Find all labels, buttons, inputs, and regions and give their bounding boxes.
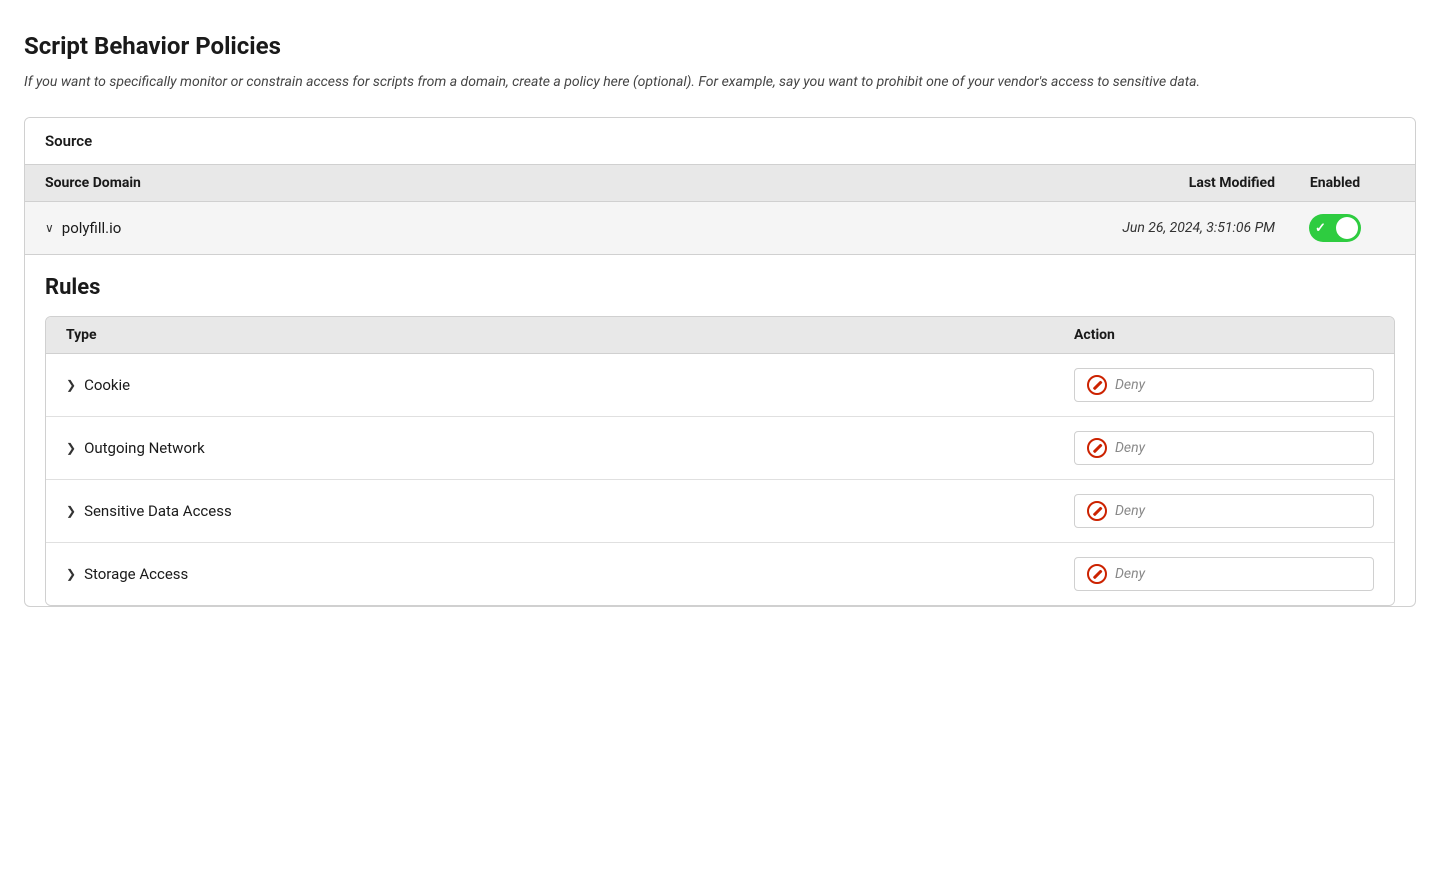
deny-icon — [1087, 438, 1107, 458]
toggle-track: ✓ — [1309, 214, 1361, 242]
rule-row-outgoing-network: ❯ Outgoing Network Deny — [46, 417, 1394, 480]
last-modified-value: Jun 26, 2024, 3:51:06 PM — [1035, 220, 1275, 236]
enabled-toggle[interactable]: ✓ — [1309, 214, 1361, 242]
domain-cell: ∨ polyfill.io — [45, 219, 1035, 237]
rule-row-storage-access: ❯ Storage Access Deny — [46, 543, 1394, 605]
rule-type-label: Cookie — [84, 376, 130, 394]
sensitive-data-action-dropdown[interactable]: Deny — [1074, 494, 1374, 528]
storage-access-action-dropdown[interactable]: Deny — [1074, 557, 1374, 591]
rules-table-header: Type Action — [46, 317, 1394, 354]
rule-type-sensitive-data: ❯ Sensitive Data Access — [66, 502, 1074, 520]
chevron-right-icon[interactable]: ❯ — [66, 504, 76, 518]
page-title: Script Behavior Policies — [24, 32, 1416, 60]
rule-row-sensitive-data: ❯ Sensitive Data Access Deny — [46, 480, 1394, 543]
rule-row-cookie: ❯ Cookie Deny — [46, 354, 1394, 417]
rule-type-label: Storage Access — [84, 565, 188, 583]
rule-type-cookie: ❯ Cookie — [66, 376, 1074, 394]
deny-label: Deny — [1115, 503, 1145, 519]
rules-section: Rules Type Action ❯ Cookie Deny — [25, 255, 1415, 606]
deny-label: Deny — [1115, 440, 1145, 456]
chevron-right-icon[interactable]: ❯ — [66, 441, 76, 455]
rule-action-storage-access: Deny — [1074, 557, 1374, 591]
outgoing-network-action-dropdown[interactable]: Deny — [1074, 431, 1374, 465]
chevron-right-icon[interactable]: ❯ — [66, 378, 76, 392]
source-card-header: Source — [25, 118, 1415, 165]
enabled-column-header: Enabled — [1275, 175, 1395, 191]
rule-type-label: Sensitive Data Access — [84, 502, 232, 520]
rule-type-storage-access: ❯ Storage Access — [66, 565, 1074, 583]
rule-type-outgoing-network: ❯ Outgoing Network — [66, 439, 1074, 457]
page-description: If you want to specifically monitor or c… — [24, 72, 1416, 93]
rule-action-sensitive-data: Deny — [1074, 494, 1374, 528]
domain-value: polyfill.io — [62, 219, 122, 237]
chevron-right-icon[interactable]: ❯ — [66, 567, 76, 581]
source-card: Source Source Domain Last Modified Enabl… — [24, 117, 1416, 607]
last-modified-column-header: Last Modified — [1035, 175, 1275, 191]
cookie-action-dropdown[interactable]: Deny — [1074, 368, 1374, 402]
deny-icon — [1087, 375, 1107, 395]
toggle-knob — [1336, 217, 1358, 239]
deny-label: Deny — [1115, 566, 1145, 582]
rule-action-outgoing-network: Deny — [1074, 431, 1374, 465]
deny-icon — [1087, 564, 1107, 584]
rule-type-label: Outgoing Network — [84, 439, 205, 457]
source-table-header: Source Domain Last Modified Enabled — [25, 165, 1415, 202]
enabled-cell: ✓ — [1275, 214, 1395, 242]
rule-action-cookie: Deny — [1074, 368, 1374, 402]
toggle-check-icon: ✓ — [1315, 221, 1326, 236]
chevron-down-icon[interactable]: ∨ — [45, 221, 54, 235]
source-domain-column-header: Source Domain — [45, 175, 1035, 191]
rules-card: Type Action ❯ Cookie Deny ❯ Ou — [45, 316, 1395, 606]
source-table-row: ∨ polyfill.io Jun 26, 2024, 3:51:06 PM ✓ — [25, 202, 1415, 255]
action-column-header: Action — [1074, 327, 1374, 343]
rules-title: Rules — [45, 275, 1395, 300]
deny-icon — [1087, 501, 1107, 521]
deny-label: Deny — [1115, 377, 1145, 393]
type-column-header: Type — [66, 327, 1074, 343]
